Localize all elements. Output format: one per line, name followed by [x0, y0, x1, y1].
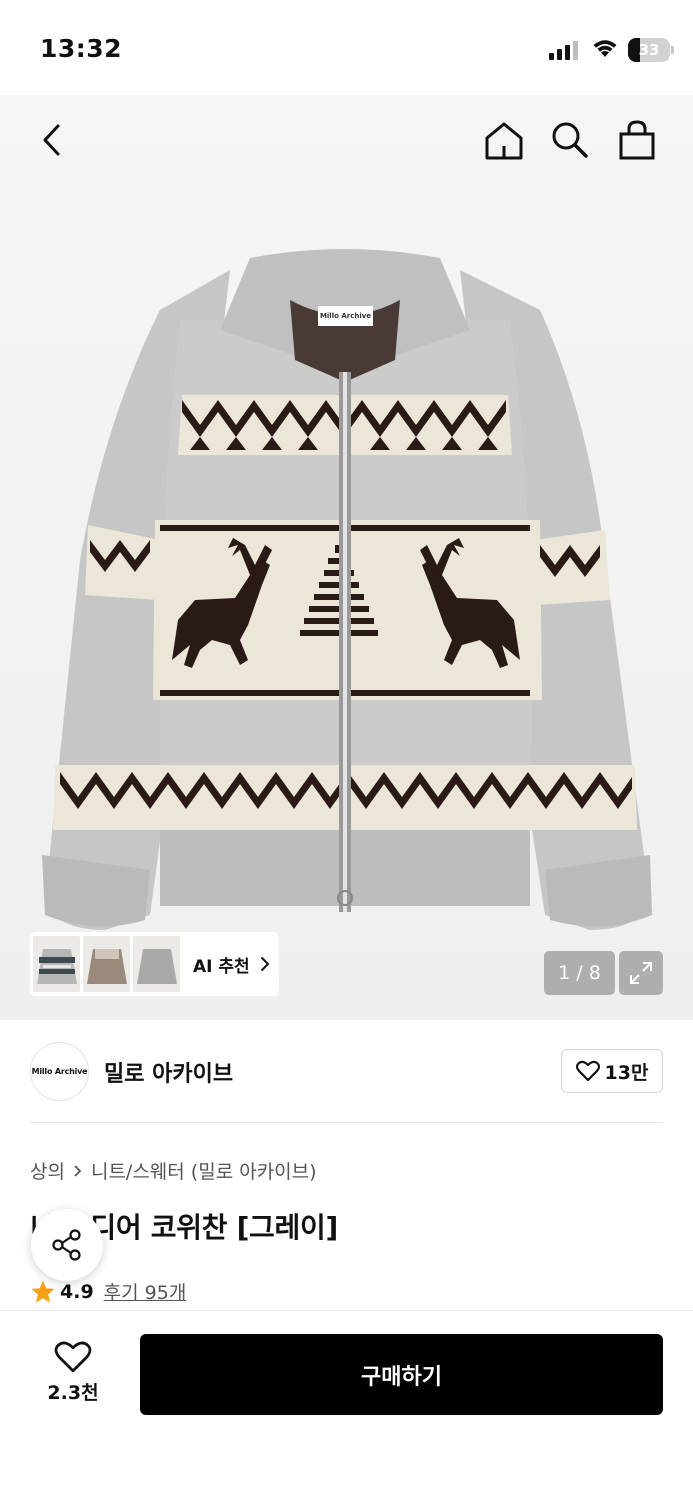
cart-button[interactable] — [612, 115, 662, 165]
ai-thumb-2[interactable] — [83, 936, 130, 992]
brand-logo[interactable]: Millo Archive — [30, 1042, 89, 1101]
search-button[interactable] — [545, 115, 595, 165]
breadcrumb-category[interactable]: 상의 — [30, 1157, 65, 1184]
back-button[interactable] — [27, 115, 77, 165]
brand-like-button[interactable]: 13만 — [561, 1049, 663, 1093]
wifi-icon — [590, 37, 620, 63]
breadcrumb-subcategory[interactable]: 니트/스웨터 (밀로 아카이브) — [91, 1157, 317, 1184]
wishlist-count: 2.3천 — [47, 1381, 99, 1404]
image-counter: 1 / 8 — [544, 951, 615, 995]
ai-recommend-label: AI 추천 — [193, 956, 250, 977]
divider — [30, 1122, 663, 1123]
share-button[interactable] — [31, 1209, 103, 1281]
star-icon — [31, 1280, 55, 1303]
heart-icon — [575, 1060, 600, 1082]
clothing-tag: Millo Archive — [318, 306, 373, 326]
home-button[interactable] — [479, 115, 529, 165]
product-image-gallery[interactable]: Millo Archive — [0, 95, 693, 1020]
search-icon — [552, 122, 588, 158]
buy-button[interactable]: 구매하기 — [140, 1334, 663, 1415]
brand-name[interactable]: 밀로 아카이브 — [104, 1056, 233, 1088]
brand-row[interactable]: Millo Archive 밀로 아카이브 13만 — [0, 1020, 693, 1124]
battery-level: 33 — [638, 41, 660, 59]
chevron-right-icon — [260, 957, 270, 971]
product-image — [42, 249, 652, 930]
share-icon — [52, 1229, 81, 1261]
chevron-left-icon — [43, 124, 60, 156]
battery-icon: 33 — [628, 38, 670, 62]
review-link[interactable]: 후기 95개 — [104, 1278, 187, 1305]
ai-thumb-1[interactable] — [33, 936, 80, 992]
shopping-bag-icon — [619, 120, 655, 160]
expand-icon — [630, 962, 652, 984]
heart-icon — [54, 1341, 92, 1372]
breadcrumb: 상의 니트/스웨터 (밀로 아카이브) — [30, 1157, 317, 1184]
expand-image-button[interactable] — [619, 951, 663, 995]
wishlist-button[interactable]: 2.3천 — [30, 1332, 116, 1412]
home-icon — [485, 122, 523, 160]
cellular-signal-icon — [549, 40, 579, 64]
rating-score: 4.9 — [60, 1280, 94, 1303]
chevron-right-icon — [73, 1164, 83, 1178]
rating-row[interactable]: 4.9 후기 95개 — [30, 1278, 186, 1305]
status-time: 13:32 — [40, 34, 123, 63]
ai-recommend-card[interactable]: AI 추천 — [30, 932, 279, 996]
status-bar: 13:32 33 — [0, 0, 693, 95]
brand-like-count: 13만 — [604, 1061, 649, 1084]
ai-thumb-3[interactable] — [133, 936, 180, 992]
